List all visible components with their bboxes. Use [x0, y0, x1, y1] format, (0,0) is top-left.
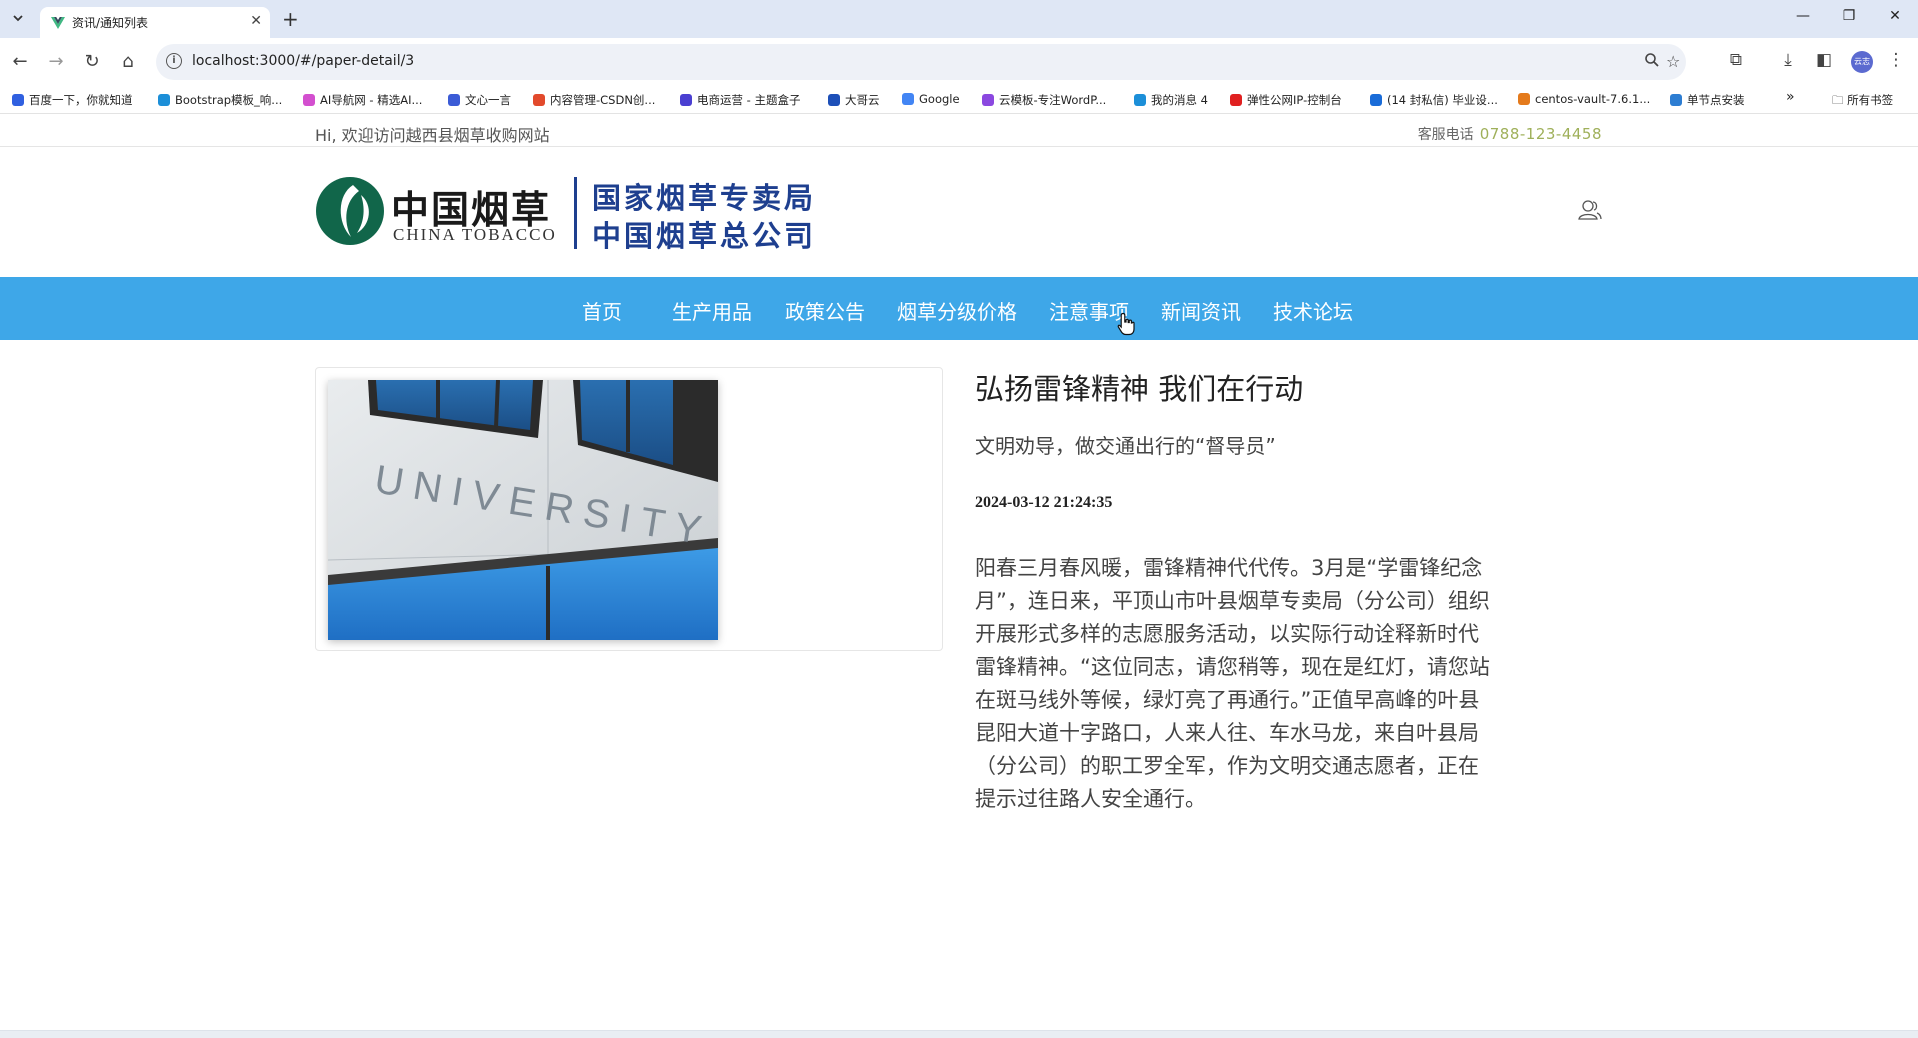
bookmark-favicon-icon [1134, 94, 1146, 106]
bookmark-favicon-icon [1518, 93, 1530, 105]
browser-tab-active[interactable]: 资讯/通知列表 ✕ [40, 7, 270, 38]
main-navbar: 首页 生产用品 政策公告 烟草分级价格 注意事项 新闻资讯 技术论坛 [0, 277, 1918, 340]
tab-close-icon[interactable]: ✕ [250, 13, 262, 29]
bookmark-item[interactable]: 大哥云 [828, 92, 880, 108]
bookmark-favicon-icon [828, 94, 840, 106]
bookmark-item[interactable]: centos-vault-7.6.1... [1518, 92, 1650, 106]
extensions-icon[interactable]: ⧉ [1724, 50, 1748, 70]
vue-logo-icon [51, 17, 65, 29]
menu-kebab-icon[interactable]: ⋮ [1884, 50, 1908, 70]
bookmark-item[interactable]: 我的消息 4 [1134, 92, 1208, 108]
bookmark-favicon-icon [12, 94, 24, 106]
nav-item-tech-forum[interactable]: 技术论坛 [1273, 296, 1353, 325]
user-account-icon[interactable] [1578, 199, 1602, 221]
zoom-icon[interactable] [1644, 52, 1660, 72]
bookmark-item[interactable]: AI导航网 - 精选AI... [303, 92, 422, 108]
customer-service-phone: 客服电话 0788-123-4458 [1418, 124, 1602, 144]
profile-avatar[interactable]: 云志 [1851, 51, 1873, 73]
nav-item-grading-prices[interactable]: 烟草分级价格 [897, 296, 1017, 325]
all-bookmarks-button[interactable]: 🗀 所有书签 [1832, 92, 1893, 112]
article-photo: UNIVERSITY [328, 380, 718, 640]
bookmarks-bar: 百度一下，你就知道 Bootstrap模板_响... AI导航网 - 精选AI.… [0, 86, 1918, 114]
bookmark-item[interactable]: 弹性公网IP-控制台 [1230, 92, 1342, 108]
bookmark-item[interactable]: Google [902, 92, 960, 106]
browser-tab-strip: 资讯/通知列表 ✕ + — ❐ ✕ [0, 0, 1918, 38]
chevron-down-icon [13, 15, 23, 22]
site-topbar: Hi, 欢迎访问越西县烟草收购网站 客服电话 0788-123-4458 [0, 114, 1918, 147]
article-image-card: UNIVERSITY [315, 367, 943, 651]
restore-icon[interactable]: ❐ [1834, 8, 1864, 24]
home-icon[interactable]: ⌂ [116, 50, 140, 74]
bookmark-item[interactable]: 文心一言 [448, 92, 511, 108]
phone-label: 客服电话 [1417, 127, 1474, 143]
nav-item-production-supplies[interactable]: 生产用品 [672, 296, 752, 325]
side-panel-icon[interactable]: ◧ [1812, 50, 1836, 70]
bookmark-favicon-icon [1230, 94, 1242, 106]
bookmark-item[interactable]: 云模板-专注WordP... [982, 92, 1106, 108]
bookmark-favicon-icon [982, 94, 994, 106]
bookmarks-overflow-icon[interactable]: » [1786, 89, 1795, 105]
back-icon[interactable]: ← [8, 50, 32, 74]
bookmark-item[interactable]: (14 封私信) 毕业设... [1370, 92, 1498, 108]
bookmark-item[interactable]: Bootstrap模板_响... [158, 92, 282, 108]
bookmark-favicon-icon [303, 94, 315, 106]
nav-item-policy-notices[interactable]: 政策公告 [785, 296, 865, 325]
reload-icon[interactable]: ↻ [80, 50, 104, 74]
bookmark-item[interactable]: 单节点安装 [1670, 92, 1745, 108]
article-body: 阳春三月春风暖，雷锋精神代代传。3月是“学雷锋纪念月”，连日来，平顶山市叶县烟草… [975, 556, 1490, 811]
bookmark-favicon-icon [1370, 94, 1382, 106]
bookmark-item[interactable]: 电商运营 - 主题盒子 [680, 92, 800, 108]
bookmark-favicon-icon [680, 94, 692, 106]
site-info-icon[interactable]: i [166, 53, 182, 69]
bookmark-item[interactable]: 百度一下，你就知道 [12, 92, 133, 108]
tab-list-button[interactable] [6, 9, 30, 31]
article-subtitle: 文明劝导，做交通出行的“督导员” [975, 434, 1276, 458]
tobacco-leaf-logo-icon [316, 177, 384, 245]
logo-bureau-name: 国家烟草专卖局 [592, 181, 817, 215]
page-footer-edge [0, 1030, 1918, 1038]
star-bookmark-icon[interactable]: ☆ [1666, 52, 1680, 71]
logo-company-name: 中国烟草总公司 [592, 219, 817, 253]
download-icon[interactable]: ⤓ [1776, 50, 1800, 70]
forward-icon[interactable]: → [44, 50, 68, 74]
url-text[interactable]: localhost:3000/#/paper-detail/3 [192, 53, 414, 69]
minimize-icon[interactable]: — [1788, 8, 1818, 24]
china-tobacco-logo[interactable]: 中国烟草 CHINA TOBACCO 国家烟草专卖局 中国烟草总公司 [315, 175, 817, 253]
bookmark-favicon-icon [902, 93, 914, 105]
phone-number: 0788-123-4458 [1479, 125, 1602, 143]
address-bar[interactable]: i localhost:3000/#/paper-detail/3 ☆ [156, 44, 1686, 80]
bookmark-favicon-icon [448, 94, 460, 106]
logo-english-name: CHINA TOBACCO [393, 225, 557, 244]
new-tab-button[interactable]: + [282, 7, 299, 31]
bookmark-item[interactable]: 内容管理-CSDN创... [533, 92, 655, 108]
browser-toolbar: ← → ↻ ⌂ i localhost:3000/#/paper-detail/… [0, 38, 1918, 86]
welcome-text: Hi, 欢迎访问越西县烟草收购网站 [315, 126, 550, 145]
bookmark-favicon-icon [533, 94, 545, 106]
site-header: 中国烟草 CHINA TOBACCO 国家烟草专卖局 中国烟草总公司 [0, 147, 1918, 277]
article-title: 弘扬雷锋精神 我们在行动 [975, 372, 1304, 406]
hand-pointer-cursor-icon [1117, 312, 1135, 336]
article-date: 2024-03-12 21:24:35 [975, 494, 1113, 511]
nav-item-home[interactable]: 首页 [582, 296, 622, 325]
close-window-icon[interactable]: ✕ [1880, 8, 1910, 24]
logo-divider [574, 177, 577, 249]
bookmark-favicon-icon [158, 94, 170, 106]
bookmark-favicon-icon [1670, 94, 1682, 106]
folder-icon: 🗀 [1832, 93, 1848, 107]
tab-title: 资讯/通知列表 [72, 16, 149, 30]
nav-item-news[interactable]: 新闻资讯 [1161, 296, 1241, 325]
